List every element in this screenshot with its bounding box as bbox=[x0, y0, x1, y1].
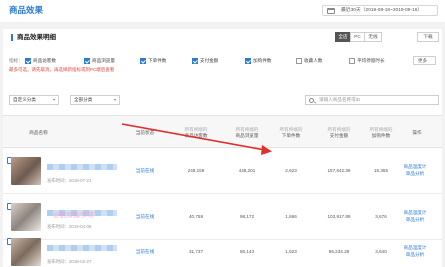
status-cell: 当前在线 bbox=[135, 249, 155, 254]
row-actions: 商品温度计 单品分析 bbox=[395, 209, 435, 223]
checkbox-checked-icon bbox=[192, 58, 198, 64]
page-title: 商品效果 bbox=[9, 5, 44, 15]
chevron-down-icon bbox=[53, 99, 55, 101]
metric-label: 加购件数 bbox=[253, 58, 272, 63]
product-name-blurred[interactable] bbox=[47, 245, 117, 251]
col-product-name: 商品名称 bbox=[29, 129, 48, 135]
metric-checkbox[interactable]: 支付金额 bbox=[192, 57, 218, 65]
terminal-toggle: 全店 PC 无线 bbox=[335, 32, 382, 42]
metric-label: 商品浏览量 bbox=[92, 58, 115, 63]
views-cell: 86,143 bbox=[239, 249, 255, 254]
status-cell: 当前在线 bbox=[135, 214, 155, 219]
orders-cell: 1,666 bbox=[285, 214, 297, 219]
item-analysis-link[interactable]: 单品分析 bbox=[395, 251, 435, 258]
table-header: 商品名称 当前状态 所有终端的 商品访客数 所有终端的 商品浏览量 所有终端的 下单件… bbox=[3, 115, 442, 148]
chevron-down-icon bbox=[114, 99, 116, 101]
table-row: 发布时间：2018-07-21 当前在线 249,158 448,201 2,6… bbox=[3, 148, 442, 194]
visitors-cell: 31,737 bbox=[188, 249, 204, 254]
publish-time: 发布时间：2018-02-27 bbox=[47, 259, 92, 264]
metric-label: 支付金额 bbox=[200, 58, 219, 63]
watermark-text: @厨房我/步将 bbox=[53, 212, 94, 219]
toggle-all[interactable]: 全店 bbox=[335, 32, 351, 42]
metric-filter-row: 指标： 商品访客数 商品浏览量 下单件数 支付金额 加购件数 收藏人数 平均停留… bbox=[9, 56, 439, 66]
checkbox-icon bbox=[349, 58, 355, 64]
col-cart: 所有终端的 加购件数 bbox=[369, 126, 393, 138]
views-cell: 98,172 bbox=[239, 214, 255, 219]
col-status: 当前状态 bbox=[135, 129, 155, 135]
publish-time: 发布时间：2018-07-21 bbox=[47, 178, 92, 183]
metric-checkbox[interactable]: 收藏人数 bbox=[296, 57, 322, 65]
toggle-wireless[interactable]: 无线 bbox=[364, 32, 382, 42]
payment-cell: 103,917.89 bbox=[327, 214, 351, 219]
metric-label: 平均停留时长 bbox=[357, 58, 385, 63]
table-row: 发布时间：2018-02-27 当前在线 31,737 86,143 1,523… bbox=[3, 229, 442, 267]
toggle-pc[interactable]: PC bbox=[350, 32, 365, 42]
row-actions: 商品温度计 单品分析 bbox=[395, 244, 435, 258]
filter-label: 指标： bbox=[9, 58, 23, 63]
product-name-blurred[interactable] bbox=[47, 164, 117, 170]
status-cell: 当前在线 bbox=[135, 168, 155, 173]
orders-cell: 2,623 bbox=[285, 168, 297, 173]
product-image[interactable] bbox=[11, 157, 41, 185]
thermometer-link[interactable]: 商品温度计 bbox=[395, 209, 435, 216]
thermometer-link[interactable]: 商品温度计 bbox=[395, 244, 435, 251]
row-actions: 商品温度计 单品分析 bbox=[395, 163, 435, 177]
more-button[interactable]: 更多 bbox=[413, 56, 436, 65]
col-visitors: 所有终端的 商品访客数 bbox=[184, 126, 208, 138]
calendar-icon bbox=[327, 7, 335, 14]
filter-hint: 最多可选，请先取消，再选择新指标或到PC端后查看 bbox=[9, 67, 115, 72]
download-button[interactable]: 下载 bbox=[417, 32, 439, 42]
checkbox-checked-icon bbox=[245, 58, 251, 64]
views-cell: 448,201 bbox=[238, 168, 256, 173]
checkbox-icon bbox=[296, 58, 302, 64]
col-orders: 所有终端的 下单件数 bbox=[279, 126, 303, 138]
metric-checkbox[interactable]: 加购件数 bbox=[245, 57, 271, 65]
metric-checkbox[interactable]: 平均停留时长 bbox=[349, 57, 385, 65]
item-analysis-link[interactable]: 单品分析 bbox=[395, 170, 435, 177]
checkbox-checked-icon bbox=[25, 58, 31, 64]
payment-cell: 157,642.39 bbox=[327, 168, 351, 173]
product-image[interactable] bbox=[11, 238, 41, 266]
metric-label: 商品访客数 bbox=[33, 58, 56, 63]
checkbox-checked-icon bbox=[140, 58, 146, 64]
checkbox-checked-icon bbox=[84, 58, 90, 64]
col-actions: 操作 bbox=[412, 129, 422, 135]
orders-cell: 1,523 bbox=[285, 249, 297, 254]
product-search-input[interactable]: 请输入商品名称或ID bbox=[305, 95, 439, 105]
metric-label: 下单件数 bbox=[148, 58, 167, 63]
product-image[interactable] bbox=[11, 203, 41, 231]
thermometer-link[interactable]: 商品温度计 bbox=[395, 163, 435, 170]
metric-checkbox[interactable]: 商品浏览量 bbox=[84, 57, 115, 65]
metric-label: 收藏人数 bbox=[304, 58, 323, 63]
visitors-cell: 249,158 bbox=[187, 168, 205, 173]
custom-category-select[interactable]: 自定义分类 bbox=[9, 95, 59, 105]
item-analysis-link[interactable]: 单品分析 bbox=[395, 216, 435, 223]
section-title: 商品效果明细 bbox=[11, 34, 56, 41]
top-bar: 商品效果 最近30天（2019-08-18~2019-09-16） bbox=[0, 0, 445, 22]
product-effect-card: 商品效果明细 全店 PC 无线 下载 指标： 商品访客数 商品浏览量 下单件数 … bbox=[3, 29, 442, 267]
visitors-cell: 40,759 bbox=[188, 214, 204, 219]
date-range-picker[interactable]: 最近30天（2019-08-18~2019-09-16） bbox=[322, 5, 438, 16]
metric-checkbox[interactable]: 下单件数 bbox=[140, 57, 166, 65]
date-range-text: 最近30天（2019-08-18~2019-09-16） bbox=[341, 8, 423, 13]
payment-cell: 95,234.28 bbox=[328, 249, 350, 254]
all-category-select[interactable]: 全部分类 bbox=[70, 95, 120, 105]
col-views: 所有终端的 商品浏览量 bbox=[235, 126, 259, 138]
metric-checkbox[interactable]: 商品访客数 bbox=[25, 57, 56, 65]
col-payment: 所有终端的 支付金额 bbox=[327, 126, 351, 138]
search-icon bbox=[309, 97, 314, 103]
